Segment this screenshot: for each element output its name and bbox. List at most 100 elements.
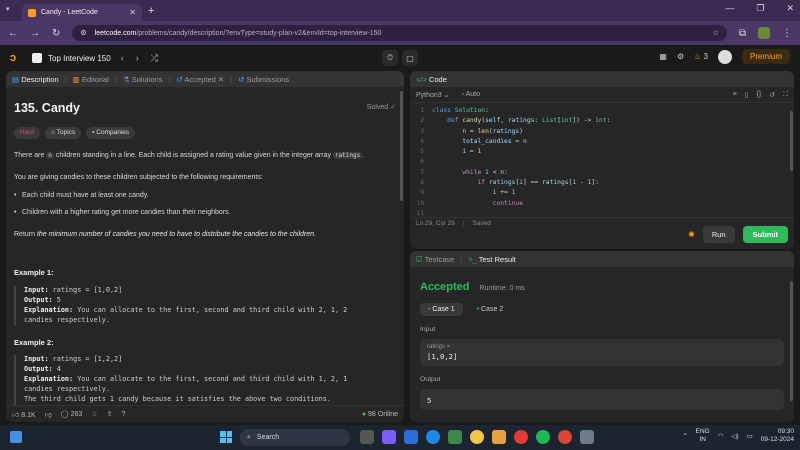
file-explorer-icon[interactable] [492,430,506,444]
problem-title[interactable]: 135. Candy [14,99,80,117]
fullscreen-icon[interactable]: ⛶ [783,91,788,99]
site-info-icon[interactable]: ⚙ [80,29,86,37]
battery-icon[interactable]: ▭ [747,432,753,440]
code-line: 9 i += 1 [420,189,516,197]
streak-counter[interactable]: ♨ 3 [694,52,708,61]
code-tab[interactable]: </> Code [416,75,447,84]
result-scrollbar[interactable] [790,281,793,401]
copilot-icon[interactable] [382,430,396,444]
windows-taskbar: ⌕ Search ⌃ ENG IN ◠ ◁) ▭ 09:30 09-12-202… [0,425,800,450]
store-icon[interactable] [448,430,462,444]
companies-badge[interactable]: ▪ Companies [86,127,136,139]
taskbar-search[interactable]: ⌕ Search [240,429,350,446]
app-icon[interactable] [470,430,484,444]
reset-icon[interactable]: ↺ [769,91,775,99]
tab-test-result[interactable]: >_ Test Result [468,255,516,264]
extensions-icon[interactable]: ⧉ [739,28,746,39]
volume-icon[interactable]: ◁) [731,432,738,440]
chevron-up-icon[interactable]: ⌃ [682,432,687,440]
requirements-intro: You are giving candies to these children… [14,173,263,181]
url-bar[interactable]: ⚙ leetcode.com/problems/candy/descriptio… [72,25,727,41]
comments-button[interactable]: ◯ 263 [61,410,82,418]
run-button[interactable]: Run [702,226,735,243]
tab-accepted[interactable]: ↺ Accepted ✕ [177,75,225,84]
close-tab-icon[interactable]: ✕ [218,75,224,84]
spotify-icon[interactable] [536,430,550,444]
timer-icon[interactable]: ⏱ [382,50,398,66]
online-label: 98 Online [368,410,398,418]
menu-icon[interactable]: ⋮ [782,28,792,39]
language-indicator[interactable]: ENG IN [696,428,710,444]
like-button[interactable]: 👍︎ 8.1K [12,410,36,419]
divider: | [230,74,233,84]
code-line: 10 continue [416,199,524,207]
office-icon[interactable] [514,430,528,444]
next-problem-icon[interactable]: › [136,53,139,64]
tab-testcase[interactable]: ☑ Testcase [416,255,454,264]
shuffle-icon[interactable]: ⤮ [151,53,158,64]
premium-button[interactable]: Premium [741,49,790,64]
close-tab-icon[interactable]: ✕ [129,8,136,17]
avatar[interactable] [717,49,732,64]
layout-icon[interactable]: ▦ [659,52,667,61]
problem-list-selector[interactable]: Top Interview 150 [32,53,111,63]
edge-icon[interactable] [426,430,440,444]
clock[interactable]: 09:30 09-12-2024 [761,428,794,444]
url-domain: leetcode.com [94,29,137,37]
tab-description[interactable]: ▤ Description [12,75,59,84]
tab-submissions[interactable]: ↺ Submissions [238,75,289,84]
auto-mode-toggle[interactable]: ▫ Auto [462,91,480,98]
photos-icon[interactable] [404,430,418,444]
explanation-label: Explanation: [24,305,74,314]
task-view-icon[interactable] [360,430,374,444]
bookmark-star-icon[interactable]: ☆ [713,29,719,37]
minimize-icon[interactable]: — [725,3,734,14]
editor-scrollbar[interactable] [790,111,793,171]
description-scrollbar[interactable] [400,91,403,201]
forward-icon[interactable]: → [30,28,40,39]
notes-icon[interactable]: ▢ [402,50,418,66]
leetcode-logo-icon[interactable]: ↄ [10,52,24,64]
pass-dot-icon: • [476,306,480,313]
chrome-icon[interactable] [558,430,572,444]
tab-editorial[interactable]: ▥ Editorial [73,75,109,84]
output-label: Output [420,376,441,383]
settings-icon[interactable] [580,430,594,444]
case-1-tab[interactable]: • Case 1 [420,303,463,316]
input-box: ratings = [1,0,2] [420,339,784,366]
new-tab-button[interactable]: + [148,5,154,17]
browser-tab[interactable]: Candy - LeetCode ✕ [22,4,142,21]
online-count: ● 98 Online [362,411,398,418]
format-icon[interactable]: ≡ [733,91,737,99]
help-icon[interactable]: ? [121,411,125,418]
settings-gear-icon[interactable]: ⚙ [677,52,684,61]
start-icon[interactable] [220,431,232,443]
debug-icon[interactable]: ✺ [688,230,695,239]
tab-search-icon[interactable]: ▾ [6,5,10,13]
bookmark-icon[interactable]: ▯ [745,91,749,99]
braces-icon[interactable]: {} [757,91,762,99]
output-label: Output: [24,295,53,304]
wifi-icon[interactable]: ◠ [718,432,724,440]
example-2-block: Input: ratings = [1,2,2] Output: 4 Expla… [14,355,396,405]
share-icon[interactable]: ⇪ [107,410,113,418]
restore-icon[interactable]: ❐ [756,3,764,14]
like-count: 8.1K [21,411,36,419]
prev-problem-icon[interactable]: ‹ [121,53,124,64]
reload-icon[interactable]: ↻ [52,28,60,39]
topics-badge[interactable]: ⌂ Topics [45,127,82,139]
submit-button[interactable]: Submit [742,226,788,243]
code-editor[interactable]: 1 class Solution: 2 def candy(self, ratin… [410,103,794,217]
difficulty-badge: Hard [14,127,41,139]
back-icon[interactable]: ← [8,28,18,39]
case-2-tab[interactable]: • Case 2 [469,303,512,316]
widgets-icon[interactable] [10,431,22,443]
dislike-icon[interactable]: 👎︎ [45,410,52,419]
favorite-star-icon[interactable]: ☆ [91,410,97,418]
tab-solutions[interactable]: ⚗ Solutions [123,75,163,84]
language-select[interactable]: Python3 ⌄ [416,91,450,99]
close-window-icon[interactable]: ✕ [786,3,794,14]
output-label: Output: [24,365,53,374]
comment-icon: ◯ [60,411,69,418]
profile-extension-icon[interactable] [758,27,770,39]
